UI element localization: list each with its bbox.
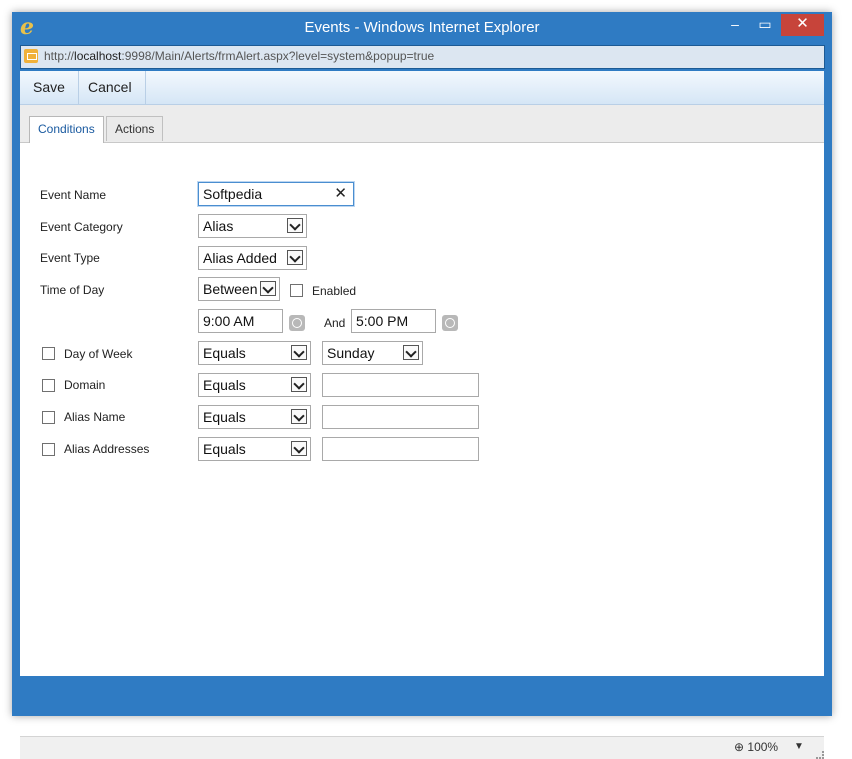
start-time-input[interactable]: 9:00 AM	[198, 309, 283, 333]
zoom-dropdown-icon[interactable]: ▼	[794, 741, 804, 752]
alias-addresses-operator-select[interactable]: Equals	[198, 437, 311, 461]
end-time-value: 5:00 PM	[356, 313, 409, 329]
title-bar[interactable]: e Events - Windows Internet Explorer ‒ ▭…	[12, 12, 832, 42]
toolbar: Save Cancel	[20, 71, 824, 105]
alias-addresses-input[interactable]	[322, 437, 479, 461]
event-name-value: Softpedia	[203, 186, 263, 202]
alias-name-operator-select[interactable]: Equals	[198, 405, 311, 429]
event-type-label: Event Type	[40, 251, 100, 265]
tab-actions[interactable]: Actions	[106, 116, 164, 141]
address-url: http://localhost:9998/Main/Alerts/frmAle…	[44, 49, 435, 63]
event-type-value: Alias Added	[203, 250, 277, 266]
alias-addresses-checkbox[interactable]	[42, 443, 55, 456]
day-of-week-checkbox[interactable]	[42, 347, 55, 360]
tab-strip: Conditions Actions	[20, 105, 824, 143]
domain-checkbox[interactable]	[42, 379, 55, 392]
time-of-day-label: Time of Day	[40, 283, 105, 297]
clear-icon[interactable]: ✕	[334, 183, 347, 205]
end-time-input[interactable]: 5:00 PM	[351, 309, 436, 333]
event-name-input[interactable]: Softpedia ✕	[198, 182, 354, 206]
and-label: And	[324, 316, 346, 330]
close-button[interactable]: ✕	[781, 14, 824, 36]
save-button[interactable]: Save	[20, 71, 79, 104]
event-category-label: Event Category	[40, 220, 123, 234]
time-of-day-select[interactable]: Between	[198, 277, 280, 301]
alias-name-input[interactable]	[322, 405, 479, 429]
chevron-down-icon	[291, 441, 307, 456]
resize-grip[interactable]	[816, 751, 824, 759]
clock-icon[interactable]	[442, 315, 458, 331]
alias-addresses-label: Alias Addresses	[64, 442, 150, 456]
domain-input[interactable]	[322, 373, 479, 397]
page-icon	[24, 49, 38, 63]
alias-name-checkbox[interactable]	[42, 411, 55, 424]
day-of-week-operator: Equals	[203, 345, 246, 361]
day-of-week-value: Sunday	[327, 345, 375, 361]
browser-window: e Events - Windows Internet Explorer ‒ ▭…	[12, 12, 832, 759]
zoom-level[interactable]: ⊕ 100%	[734, 740, 778, 754]
address-bar[interactable]: http://localhost:9998/Main/Alerts/frmAle…	[20, 45, 825, 69]
enabled-checkbox[interactable]	[290, 284, 303, 297]
domain-label: Domain	[64, 378, 106, 392]
page-content: Save Cancel Conditions Actions Event Nam…	[20, 71, 824, 759]
minimize-button[interactable]: ‒	[722, 14, 748, 36]
chevron-down-icon	[403, 345, 419, 360]
chevron-down-icon	[291, 409, 307, 424]
domain-operator-select[interactable]: Equals	[198, 373, 311, 397]
day-of-week-operator-select[interactable]: Equals	[198, 341, 311, 365]
chevron-down-icon	[291, 345, 307, 360]
chevron-down-icon	[287, 218, 303, 233]
time-of-day-operator: Between	[203, 281, 258, 297]
alias-name-operator: Equals	[203, 409, 246, 425]
event-type-select[interactable]: Alias Added	[198, 246, 307, 270]
event-name-label: Event Name	[40, 188, 107, 202]
enabled-label: Enabled	[312, 284, 357, 298]
chevron-down-icon	[260, 281, 276, 296]
event-category-select[interactable]: Alias	[198, 214, 307, 238]
alias-addresses-operator: Equals	[203, 441, 246, 457]
window-title: Events - Windows Internet Explorer	[304, 19, 540, 36]
status-bar: ⊕ 100% ▼	[20, 736, 824, 759]
alias-name-label: Alias Name	[64, 410, 126, 424]
zoom-icon: ⊕	[734, 740, 745, 754]
tab-conditions[interactable]: Conditions	[29, 116, 104, 143]
start-time-value: 9:00 AM	[203, 313, 255, 329]
domain-operator: Equals	[203, 377, 246, 393]
maximize-button[interactable]: ▭	[752, 14, 778, 36]
event-category-value: Alias	[203, 218, 234, 234]
chevron-down-icon	[287, 250, 303, 265]
clock-icon[interactable]	[289, 315, 305, 331]
cancel-button[interactable]: Cancel	[75, 71, 146, 104]
chevron-down-icon	[291, 377, 307, 392]
day-of-week-value-select[interactable]: Sunday	[322, 341, 423, 365]
day-of-week-label: Day of Week	[64, 347, 133, 361]
